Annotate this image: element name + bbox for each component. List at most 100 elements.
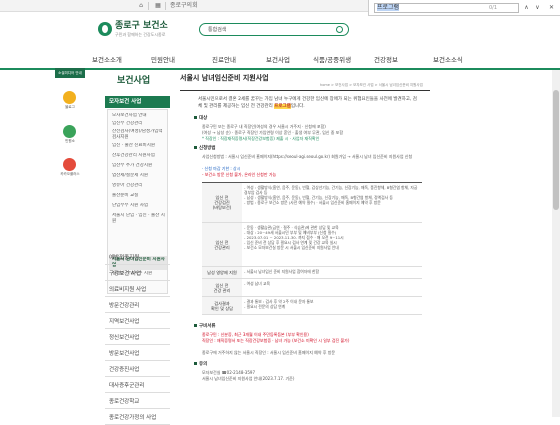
left-nav-item[interactable]: 종로건강가정의 사업 — [105, 412, 170, 425]
section-apply-heading: 신청방법 — [194, 146, 216, 151]
table-row-cell: - 운동 · 생활습관(금연 · 절주 · 식습관)에 관한 상담 및 교육 -… — [244, 225, 344, 250]
nav-item-news[interactable]: 보건소소식 — [433, 55, 463, 65]
grid-icon[interactable]: ▦ — [153, 1, 163, 11]
docs-line: 직장인 : 재직증명서 또는 직장건강보험증 · 남녀 가능 (보건소 미확인 … — [202, 338, 350, 343]
table-row-cell: - 여성 남녀 교육 — [244, 281, 270, 286]
nav-item-clinic[interactable]: 진료안내 — [212, 55, 236, 65]
bullet-icon — [194, 146, 197, 149]
civil-icon[interactable] — [63, 125, 76, 138]
etc-line: 서울시 남녀임신준비 지원사업 안내(2023.7.17. 기준) — [202, 376, 295, 381]
nav-item-health-projects[interactable]: 보건사업 — [266, 55, 290, 65]
quick-menu: 소셜미디어 안내 블로그 민원소 카카오플러스 — [55, 68, 85, 198]
page-title: 서울시 남녀임신준비 지원사업 — [180, 74, 269, 82]
nav-item-health-info[interactable]: 건강정보 — [374, 55, 398, 65]
quick-label-civil: 민원소 — [65, 139, 75, 143]
nav-item-food[interactable]: 식품/공중위생 — [313, 55, 351, 65]
apply-line: · 신청 마감 기한 : 상시 — [202, 166, 241, 171]
find-bar: 프로그램 0/1 ∧ ∨ ✕ — [368, 0, 560, 16]
search-icon[interactable] — [336, 26, 343, 33]
main-nav: 보건소소개 민원안내 진료안내 보건사업 식품/공중위생 건강정보 보건소소식 — [0, 50, 560, 70]
site-logo-title[interactable]: 종로구 보건소 — [115, 21, 168, 31]
intro-text-a: 서울시민으로서 결혼 2세를 꿈꾸는 가임 남녀 누구에게 건강한 임신에 장애… — [198, 97, 417, 109]
table-row-header: 남성 영양제 지원 — [202, 267, 242, 278]
left-nav-item[interactable]: 의료비지원 사업 — [105, 284, 170, 297]
left-nav-item[interactable]: 종로건강학교 — [105, 396, 170, 409]
find-input[interactable]: 프로그램 — [374, 3, 519, 13]
table-row-cell: - 서울시 남녀임신 준비 지원사업 참여자에 한함 — [244, 269, 319, 274]
submenu-item[interactable]: 모자보건사업 안내 — [112, 113, 168, 119]
table-row-header: 임신 전 건강검진 (바탕보건) — [202, 183, 242, 222]
left-nav-item[interactable]: 방문건강관리 — [105, 300, 170, 313]
nav-item-intro[interactable]: 보건소소개 — [92, 55, 122, 65]
apply-line: 사업신청방법 : 서울시 임신준비 홈페이지(https://seoul-agi… — [202, 154, 413, 159]
left-nav-item[interactable]: 방문보건사업 — [105, 348, 170, 361]
left-nav: 보건사업 모자보건 사업 모자보건사업 안내 임신부 건강관리 산전검사(여성)… — [105, 70, 170, 425]
table-row: 남성 영양제 지원 - 서울시 남녀임신 준비 지원사업 참여자에 한함 — [202, 267, 422, 279]
main-content: 서울시 남녀임신준비 지원사업 home > 보건사업 > 모자보건 사업 > … — [180, 70, 430, 417]
quick-menu-title[interactable]: 소셜미디어 안내 — [55, 68, 85, 78]
left-nav-title: 보건사업 — [117, 76, 151, 86]
left-nav-submenu: 모자보건사업 안내 임신부 건강관리 산전검사(여성)/남성가임력 검사지원 임… — [107, 109, 168, 294]
target-line: 종로구민 또는 종로구 내 직장인(여성의 경우 서울시 거주지 · 신청에 포… — [202, 124, 326, 129]
etc-line: 모자보건실 ☎02-2148-3597 — [202, 370, 255, 375]
submenu-item[interactable]: 출산준비 교실 — [112, 193, 168, 199]
submenu-item[interactable]: 영유아 건강관리 — [112, 183, 168, 189]
section-etc-heading: 유의 — [194, 362, 207, 367]
left-nav-item[interactable]: 지역보건사업 — [105, 316, 170, 329]
table-row-header: 임신 전 건강관리 — [202, 223, 242, 266]
divider — [165, 2, 166, 10]
table-row: 임신 전 건강검진 (바탕보건) - 여성 : 생활방식(흡연, 음주, 운동)… — [202, 183, 422, 223]
left-nav-item[interactable]: 대사증후군관리 — [105, 380, 170, 393]
table-row: 임신 전 건강 관리 - 여성 남녀 교육 — [202, 279, 422, 297]
target-line: (여성 → 남성 순) · 종로구 직장인 가임연령 이상 혼인 · 출생 여부… — [202, 130, 344, 135]
left-nav-item[interactable]: 구강보건 사업 — [105, 268, 170, 281]
submenu-item[interactable]: 임산부 추가 건강지원 — [112, 163, 168, 169]
submenu-item[interactable]: 임신부 건강관리 — [112, 121, 168, 127]
submenu-item[interactable]: 임신 · 출산 진료비지원 — [112, 143, 168, 149]
nav-item-civil[interactable]: 민원안내 — [151, 55, 175, 65]
submenu-item[interactable]: 난임부부 지원 사업 — [112, 203, 168, 209]
logo-icon[interactable] — [98, 22, 112, 36]
bullet-icon — [194, 324, 197, 327]
left-nav-item[interactable]: 정신보건사업 — [105, 332, 170, 345]
submenu-item[interactable]: 엽산제/철분제 지원 — [112, 173, 168, 179]
scrollbar-thumb[interactable] — [553, 90, 559, 210]
close-icon[interactable]: ✕ — [547, 3, 556, 13]
kakao-icon[interactable] — [63, 158, 76, 171]
title-divider — [180, 90, 430, 91]
bullet-icon — [194, 362, 197, 365]
search-box[interactable]: 통합검색 — [199, 23, 349, 36]
blog-icon[interactable] — [63, 91, 76, 104]
docs-line: 종로구에 거주하지 않는 서울시 직장인 : 서울시 임신준비 홈페이지 예약 … — [202, 350, 336, 355]
docs-line: 종로구민 : 신분증, 최근 3개월 이내 주민등록등본 (부부 확인용) — [202, 332, 309, 337]
chevron-down-icon[interactable]: ∨ — [533, 3, 542, 13]
home-icon[interactable]: ⌂ — [136, 1, 146, 11]
submenu-item[interactable]: 산후건강관리 지원사업 — [112, 153, 168, 159]
section-target-heading: 대상 — [194, 116, 207, 121]
bullet-icon — [194, 116, 197, 119]
table-row-cell: - 여성 : 생활방식(흡연, 음주, 운동), 빈혈, 갑상선기능, 간기능,… — [244, 185, 418, 205]
chevron-up-icon[interactable]: ∧ — [522, 3, 531, 13]
breadcrumb: home > 보건사업 > 모자보건 사업 > 서울시 남녀임신준비 지원사업 — [320, 83, 423, 87]
site-logo-subtitle: 구민과 함께하는 건강도시종로 — [115, 32, 166, 37]
quick-label-blog: 블로그 — [65, 105, 75, 109]
table-row: 검사결과 확인 및 상담 - 결과 통보 : 검사 후 약 2주 이내 문자 통… — [202, 297, 422, 315]
intro-text-b: 입니다. — [290, 103, 305, 109]
council-link[interactable]: 종로구의회 — [170, 1, 215, 11]
left-nav-active-item[interactable]: 모자보건 사업 — [105, 96, 170, 108]
quick-label-kakao: 카카오플러스 — [60, 172, 80, 176]
page-scrollbar[interactable] — [552, 70, 560, 417]
submenu-item[interactable]: 서울시 난임 · 임신 · 출산 지원 — [112, 213, 168, 225]
table-row-header: 임신 전 건강 관리 — [202, 279, 242, 296]
divider — [148, 2, 149, 10]
search-input[interactable]: 통합검색 — [208, 27, 226, 33]
left-nav-item[interactable]: 예방접종지원 — [105, 252, 170, 265]
table-row-header: 검사결과 확인 및 상담 — [202, 297, 242, 314]
target-line: * 직장인 : 직장재직증명서(직장건강보험증) 제출 시 · 사업자 재직확인 — [202, 136, 320, 141]
apply-line: - 보건소 방문 신청 불가, 온라인 신청만 가능 — [202, 172, 277, 177]
find-count: 0/1 — [489, 5, 498, 11]
find-highlight: 프로그램 — [274, 103, 291, 109]
left-nav-item[interactable]: 건강증진사업 — [105, 364, 170, 377]
submenu-item[interactable]: 산전검사(여성)/남성가임력 검사지원 — [112, 129, 168, 141]
table-row: 임신 전 건강관리 - 운동 · 생활습관(금연 · 절주 · 식습관)에 관한… — [202, 223, 422, 267]
